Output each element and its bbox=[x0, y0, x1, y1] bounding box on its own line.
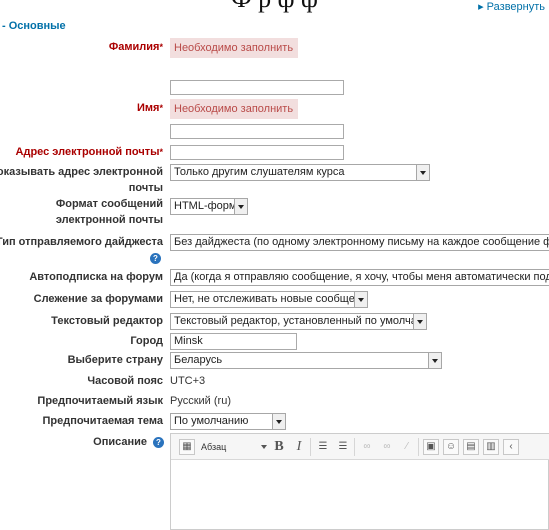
theme-select[interactable]: По умолчанию bbox=[170, 413, 286, 430]
lastname-input[interactable] bbox=[170, 80, 344, 95]
country-label: Выберите страну bbox=[67, 354, 163, 366]
ordered-list-icon[interactable]: ☰ bbox=[335, 439, 351, 455]
clipped-top-text: Ф р ф ф bbox=[0, 0, 549, 12]
timezone-value: UTC+3 bbox=[170, 375, 206, 387]
mailformat-select[interactable]: HTML-формат bbox=[170, 198, 248, 215]
city-label: Город bbox=[130, 335, 163, 347]
unordered-list-icon[interactable]: ☰ bbox=[315, 439, 331, 455]
chevron-down-icon bbox=[261, 445, 267, 449]
chevron-down-icon bbox=[428, 353, 441, 368]
trackforums-label: Слежение за форумами bbox=[33, 293, 163, 305]
section-legend-general[interactable]: - Основные bbox=[2, 20, 66, 32]
chevron-down-icon bbox=[234, 199, 247, 214]
mailformat-label-line2: электронной почты bbox=[55, 214, 163, 226]
italic-icon[interactable]: I bbox=[291, 439, 307, 455]
lang-label: Предпочитаемый язык bbox=[37, 395, 163, 407]
autosubscribe-label: Автоподписка на форум bbox=[29, 271, 163, 283]
maildigest-select[interactable]: Без дайджеста (по одному электронному пи… bbox=[170, 234, 549, 251]
required-asterisk-icon: * bbox=[159, 147, 163, 157]
toolbar-separator bbox=[354, 438, 355, 456]
maildisplay-label-line2: почты bbox=[128, 182, 163, 194]
maildisplay-select-value: Только другим слушателям курса bbox=[174, 166, 345, 178]
autosubscribe-select[interactable]: Да (когда я отправляю сообщение, я хочу,… bbox=[170, 269, 549, 286]
emoticon-icon[interactable]: ☺ bbox=[443, 439, 459, 455]
country-select[interactable]: Беларусь bbox=[170, 352, 442, 369]
theme-label: Предпочитаемая тема bbox=[42, 415, 164, 427]
mailformat-label: Формат сообщений электронной почты bbox=[13, 196, 163, 228]
required-asterisk-icon: * bbox=[159, 42, 163, 52]
toggle-toolbar-icon[interactable]: ▦ bbox=[179, 439, 195, 455]
required-asterisk-icon: * bbox=[159, 103, 163, 113]
htmleditor-select[interactable]: Текстовый редактор, установленный по умо… bbox=[170, 313, 427, 330]
trackforums-select-value: Нет, не отслеживать новые сообщения bbox=[174, 293, 368, 305]
question-icon[interactable]: ? bbox=[150, 253, 161, 264]
maildigest-label: Тип отправляемого дайджеста bbox=[0, 236, 163, 248]
mailformat-label-line1: Формат сообщений bbox=[55, 198, 163, 210]
image-icon[interactable]: ▣ bbox=[423, 439, 439, 455]
paragraph-format-dropdown[interactable]: Абзац bbox=[201, 439, 267, 455]
question-icon[interactable]: ? bbox=[153, 437, 164, 448]
maildisplay-label-line1: Показывать адрес электронной bbox=[0, 166, 163, 178]
htmleditor-label: Текстовый редактор bbox=[51, 315, 163, 327]
bold-icon[interactable]: B bbox=[271, 439, 287, 455]
maildisplay-select[interactable]: Только другим слушателям курса bbox=[170, 164, 430, 181]
editor-toolbar: ▦ Абзац B I ☰ ☰ ∞ ∞ ⁄ ▣ ☺ ▤ ▥ ‹ bbox=[171, 434, 549, 460]
city-input-value: Minsk bbox=[174, 335, 203, 347]
email-input[interactable] bbox=[170, 145, 344, 160]
firstname-error: Необходимо заполнить bbox=[170, 99, 298, 119]
description-editor[interactable]: ▦ Абзац B I ☰ ☰ ∞ ∞ ⁄ ▣ ☺ ▤ ▥ ‹ bbox=[170, 433, 549, 530]
unlink-icon[interactable]: ∞ bbox=[379, 439, 395, 455]
lastname-label-text: Фамилия bbox=[108, 41, 160, 53]
firstname-label: Имя* bbox=[137, 100, 163, 116]
expand-all-link[interactable]: ▸ Развернуть bbox=[478, 0, 545, 13]
toolbar-separator bbox=[418, 438, 419, 456]
email-label-text: Адрес электронной почты bbox=[15, 146, 160, 158]
country-select-value: Беларусь bbox=[174, 354, 223, 366]
chevron-down-icon bbox=[413, 314, 426, 329]
trackforums-select[interactable]: Нет, не отслеживать новые сообщения bbox=[170, 291, 368, 308]
email-label: Адрес электронной почты* bbox=[16, 144, 163, 160]
chevron-down-icon bbox=[354, 292, 367, 307]
lastname-label: Фамилия* bbox=[109, 39, 163, 55]
manage-files-icon[interactable]: ▥ bbox=[483, 439, 499, 455]
theme-select-value: По умолчанию bbox=[174, 415, 249, 427]
htmleditor-select-value: Текстовый редактор, установленный по умо… bbox=[174, 315, 427, 327]
firstname-input[interactable] bbox=[170, 124, 344, 139]
chevron-down-icon bbox=[416, 165, 429, 180]
lang-value: Русский (ru) bbox=[170, 395, 231, 407]
lastname-error: Необходимо заполнить bbox=[170, 38, 298, 58]
more-icon[interactable]: ‹ bbox=[503, 439, 519, 455]
toolbar-separator bbox=[310, 438, 311, 456]
link-icon[interactable]: ∞ bbox=[359, 439, 375, 455]
media-icon[interactable]: ▤ bbox=[463, 439, 479, 455]
description-label: Описание bbox=[93, 436, 147, 448]
timezone-label: Часовой пояс bbox=[87, 375, 163, 387]
city-input[interactable]: Minsk bbox=[170, 333, 297, 350]
maildigest-select-value: Без дайджеста (по одному электронному пи… bbox=[174, 236, 549, 248]
chevron-down-icon bbox=[272, 414, 285, 429]
autosubscribe-select-value: Да (когда я отправляю сообщение, я хочу,… bbox=[174, 271, 549, 283]
no-autolink-icon[interactable]: ⁄ bbox=[399, 439, 415, 455]
paragraph-format-value: Абзац bbox=[201, 442, 227, 452]
maildisplay-label: Показывать адрес электронной почты bbox=[0, 164, 163, 196]
firstname-label-text: Имя bbox=[137, 102, 160, 114]
